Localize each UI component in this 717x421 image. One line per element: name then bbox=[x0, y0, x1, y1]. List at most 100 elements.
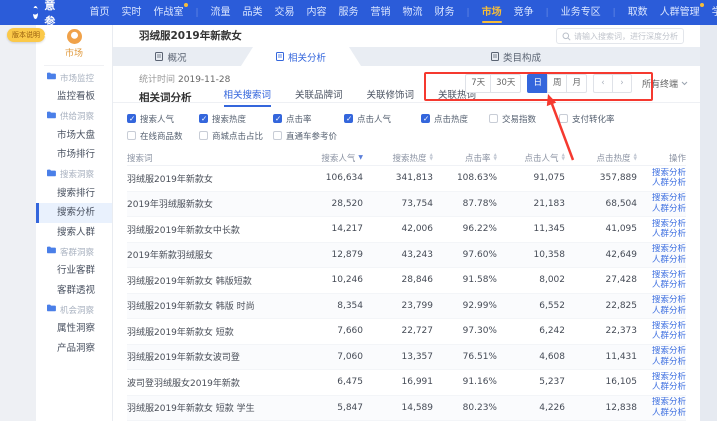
column-header-1[interactable]: 搜索人气▼ bbox=[289, 152, 363, 164]
search-analysis-link[interactable]: 搜索分析 bbox=[652, 270, 686, 281]
sidebar-group-header: 供给洞察 bbox=[36, 107, 112, 126]
filter-checkbox[interactable]: 直通车参考价 bbox=[273, 130, 344, 142]
crowd-analysis-link[interactable]: 人群分析 bbox=[652, 280, 686, 291]
range-button-1-1[interactable]: 周 bbox=[547, 74, 568, 93]
range-button-2-0[interactable]: ‹ bbox=[593, 74, 613, 93]
filter-checkbox[interactable]: 交易指数 bbox=[489, 113, 559, 125]
checkbox-icon bbox=[273, 114, 282, 123]
range-button-1-2[interactable]: 月 bbox=[566, 74, 587, 93]
nav-item-11[interactable]: 财务 bbox=[435, 0, 455, 25]
nav-item-20[interactable]: 学院 bbox=[712, 0, 717, 25]
sidebar-group-label: 客群洞察 bbox=[60, 246, 94, 258]
crowd-analysis-link[interactable]: 人群分析 bbox=[652, 204, 686, 215]
table-row: 羽绒服2019年新款女 韩版短款10,24628,84691.58%8,0022… bbox=[127, 268, 686, 294]
search-analysis-link[interactable]: 搜索分析 bbox=[652, 244, 686, 255]
nav-item-13[interactable]: 市场 bbox=[482, 0, 502, 25]
crowd-analysis-link[interactable]: 人群分析 bbox=[652, 178, 686, 189]
search-analysis-link[interactable]: 搜索分析 bbox=[652, 295, 686, 306]
nav-item-7[interactable]: 内容 bbox=[307, 0, 327, 25]
tab-2[interactable]: 相关分析 bbox=[241, 47, 361, 66]
sidebar-item[interactable]: 搜索分析 bbox=[36, 203, 112, 223]
nav-item-19[interactable]: 人群管理 bbox=[660, 0, 700, 25]
column-header-3[interactable]: 点击率▲▼ bbox=[433, 152, 497, 164]
filter-checkbox[interactable]: 点击人气 bbox=[344, 113, 421, 125]
filter-checkbox[interactable]: 在线商品数 bbox=[127, 130, 199, 142]
sidebar-item[interactable]: 行业客群 bbox=[36, 261, 112, 281]
crowd-analysis-link[interactable]: 人群分析 bbox=[652, 306, 686, 317]
search-analysis-link[interactable]: 搜索分析 bbox=[652, 193, 686, 204]
terminal-dropdown[interactable]: 所有终端 bbox=[642, 77, 688, 90]
nav-item-10[interactable]: 物流 bbox=[403, 0, 423, 25]
search-input[interactable] bbox=[574, 32, 678, 41]
tab-1[interactable]: 概况 bbox=[121, 47, 221, 66]
column-header-4[interactable]: 点击人气▲▼ bbox=[497, 152, 565, 164]
filter-checkbox[interactable]: 搜索热度 bbox=[199, 113, 273, 125]
keyword-cell: 羽绒服2019年新款女 韩版 时尚 bbox=[127, 299, 289, 312]
section-tab-2[interactable]: 关联修饰词 bbox=[367, 87, 415, 107]
sidebar-item[interactable]: 搜索人群 bbox=[36, 223, 112, 243]
brand[interactable]: 生意参谋 bbox=[33, 0, 64, 45]
table-row: 羽绒服2019年新款女中长款14,21742,00696.22%11,34541… bbox=[127, 217, 686, 243]
nav-item-4[interactable]: 流量 bbox=[211, 0, 231, 25]
range-button-0-0[interactable]: 7天 bbox=[465, 74, 491, 93]
nav-item-16[interactable]: 业务专区 bbox=[561, 0, 601, 25]
search-analysis-link[interactable]: 搜索分析 bbox=[652, 321, 686, 332]
value-cell: 80.23% bbox=[433, 403, 497, 413]
market-app-icon bbox=[67, 29, 82, 44]
sidebar-item[interactable]: 市场大盘 bbox=[36, 126, 112, 146]
page-body: 版本说明 市场 市场监控监控看板供给洞察市场大盘市场排行搜索洞察搜索排行搜索分析… bbox=[0, 25, 717, 421]
search-analysis-link[interactable]: 搜索分析 bbox=[652, 219, 686, 230]
checkbox-icon bbox=[127, 131, 136, 140]
column-header-5[interactable]: 点击热度▲▼ bbox=[565, 152, 637, 164]
nav-item-1[interactable]: 实时 bbox=[122, 0, 142, 25]
folder-icon bbox=[47, 246, 56, 257]
filter-checkbox[interactable]: 点击热度 bbox=[421, 113, 489, 125]
sidebar-item[interactable]: 产品洞察 bbox=[36, 339, 112, 359]
range-button-0-1[interactable]: 30天 bbox=[490, 74, 521, 93]
crowd-analysis-link[interactable]: 人群分析 bbox=[652, 408, 686, 419]
nav-item-18[interactable]: 取数 bbox=[628, 0, 648, 25]
section-tab-0[interactable]: 相关搜索词 bbox=[224, 87, 272, 107]
filter-checkbox[interactable]: 搜索人气 bbox=[127, 113, 199, 125]
sidebar: 市场 市场监控监控看板供给洞察市场大盘市场排行搜索洞察搜索排行搜索分析搜索人群客… bbox=[36, 25, 113, 421]
sidebar-item[interactable]: 监控看板 bbox=[36, 87, 112, 107]
crowd-analysis-link[interactable]: 人群分析 bbox=[652, 229, 686, 240]
nav-item-8[interactable]: 服务 bbox=[339, 0, 359, 25]
crowd-analysis-link[interactable]: 人群分析 bbox=[652, 357, 686, 368]
value-cell: 6,242 bbox=[497, 326, 565, 336]
nav-item-14[interactable]: 竞争 bbox=[514, 0, 534, 25]
search-analysis-link[interactable]: 搜索分析 bbox=[652, 168, 686, 179]
main-content: 羽绒服2019年新款女 概况相关分析类目构成 统计时间2019-11-28 7天… bbox=[113, 25, 700, 421]
nav-item-6[interactable]: 交易 bbox=[275, 0, 295, 25]
crowd-analysis-link[interactable]: 人群分析 bbox=[652, 382, 686, 393]
range-button-2-1[interactable]: › bbox=[612, 74, 632, 93]
value-cell: 4,608 bbox=[497, 352, 565, 362]
table-row: 羽绒服2019年新款女 短款 学生5,84714,58980.23%4,2261… bbox=[127, 396, 686, 421]
nav-item-5[interactable]: 品类 bbox=[243, 0, 263, 25]
filter-checkbox[interactable]: 商城点击占比 bbox=[199, 130, 273, 142]
keyword-cell: 波司登羽绒服女2019年新款 bbox=[127, 376, 289, 389]
sidebar-item[interactable]: 属性洞察 bbox=[36, 319, 112, 339]
nav-item-2[interactable]: 作战室 bbox=[154, 0, 184, 25]
crowd-analysis-link[interactable]: 人群分析 bbox=[652, 331, 686, 342]
sidebar-item[interactable]: 客群透视 bbox=[36, 281, 112, 301]
keyword-searchbox[interactable] bbox=[556, 28, 684, 44]
search-analysis-link[interactable]: 搜索分析 bbox=[652, 397, 686, 408]
sidebar-item[interactable]: 市场排行 bbox=[36, 145, 112, 165]
nav-item-9[interactable]: 营销 bbox=[371, 0, 391, 25]
nav-item-0[interactable]: 首页 bbox=[90, 0, 110, 25]
range-button-1-0[interactable]: 日 bbox=[527, 74, 548, 93]
column-header-2[interactable]: 搜索热度▲▼ bbox=[363, 152, 433, 164]
filter-checkbox[interactable]: 支付转化率 bbox=[559, 113, 692, 125]
table-row: 羽绒服2019年新款女波司登7,06013,35776.51%4,60811,4… bbox=[127, 345, 686, 371]
sidebar-item[interactable]: 搜索排行 bbox=[36, 184, 112, 204]
value-cell: 43,243 bbox=[363, 250, 433, 260]
value-cell: 76.51% bbox=[433, 352, 497, 362]
tab-3[interactable]: 类目构成 bbox=[456, 47, 576, 66]
keyword-cell: 羽绒服2019年新款女 短款 bbox=[127, 325, 289, 338]
search-analysis-link[interactable]: 搜索分析 bbox=[652, 372, 686, 383]
filter-checkbox[interactable]: 点击率 bbox=[273, 113, 344, 125]
crowd-analysis-link[interactable]: 人群分析 bbox=[652, 255, 686, 266]
section-tab-1[interactable]: 关联品牌词 bbox=[295, 87, 343, 107]
search-analysis-link[interactable]: 搜索分析 bbox=[652, 346, 686, 357]
